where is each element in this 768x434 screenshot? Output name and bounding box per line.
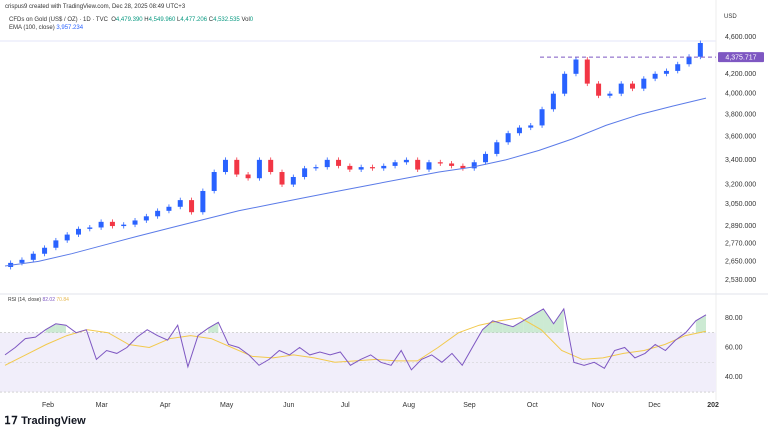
candle-body (675, 64, 681, 71)
price-axis-label: 3,800.000 (725, 112, 756, 119)
candle-body (87, 227, 93, 229)
candle-body (222, 159, 228, 173)
rsi-overbought-fill (512, 320, 524, 333)
candle-body (109, 221, 115, 227)
price-axis-label: 2,530.000 (725, 277, 756, 284)
price-axis-label: 4,200.000 (725, 71, 756, 78)
candle-body (155, 210, 161, 217)
candle-body (596, 83, 602, 96)
candle-body (42, 247, 48, 254)
candle-body (381, 165, 387, 169)
time-axis-label: Apr (160, 402, 172, 409)
candle-body (358, 167, 364, 170)
candle-body (121, 224, 127, 227)
time-axis-label: Oct (527, 402, 538, 409)
candle-body (290, 176, 296, 185)
candle-body (132, 220, 138, 225)
candle-body (64, 234, 70, 241)
candle-body (268, 159, 274, 173)
candle-body (403, 159, 409, 163)
candle-body (652, 73, 658, 79)
candle-body (562, 73, 568, 94)
candle-body (324, 159, 330, 168)
candle-body (313, 167, 319, 169)
candle-body (494, 142, 500, 154)
tradingview-logo: 𝟣𝟩 TradingView (4, 414, 86, 427)
candle-body (234, 159, 240, 175)
time-axis-label: Jun (283, 402, 294, 409)
price-axis-label: 3,400.000 (725, 157, 756, 164)
candle-body (279, 172, 285, 185)
candle-body (426, 162, 432, 170)
time-axis-label: May (220, 402, 234, 409)
candle-body (697, 43, 703, 57)
price-axis-label: 3,200.000 (725, 182, 756, 189)
candle-body (550, 93, 556, 110)
time-axis-label: Dec (648, 402, 661, 409)
rsi-axis-label: 80.00 (725, 315, 743, 322)
candle-body (302, 168, 308, 177)
rsi-overbought-fill (533, 308, 544, 333)
candle-body (415, 159, 421, 170)
price-tag-label: 4,375.717 (725, 55, 756, 62)
candle-body (528, 125, 534, 128)
price-axis-label: 4,000.000 (725, 91, 756, 98)
candle-body (607, 93, 613, 96)
candle-body (618, 83, 624, 94)
time-axis-label: Jul (341, 402, 350, 409)
price-axis-label: 3,600.000 (725, 134, 756, 141)
candle-body (245, 174, 251, 179)
candle-body (189, 200, 195, 213)
candle-body (30, 253, 36, 260)
candle-body (449, 163, 455, 166)
candle-body (336, 159, 342, 166)
candle-body (437, 162, 443, 164)
candle-body (392, 162, 398, 166)
candle-body (505, 133, 511, 143)
candle-body (369, 167, 375, 169)
ema-line (4, 97, 707, 267)
candle-body (143, 216, 149, 221)
time-axis-label: Aug (403, 402, 416, 409)
candle-body (347, 165, 353, 170)
candle-body (53, 240, 59, 248)
candle-body (166, 206, 172, 211)
candle-body (630, 83, 636, 89)
candle-body (98, 221, 104, 228)
time-axis-label: Nov (592, 402, 605, 409)
candle-body (573, 59, 579, 74)
candle-body (686, 56, 692, 65)
price-axis-label: 2,650.000 (725, 258, 756, 265)
candle-body (19, 259, 25, 263)
candle-body (516, 127, 522, 134)
rsi-axis-label: 40.00 (725, 374, 743, 381)
candle-body (539, 109, 545, 126)
candle-body (211, 172, 217, 191)
candle-body (584, 59, 590, 84)
time-axis-label: 202 (707, 402, 719, 409)
candle-body (256, 159, 262, 179)
candle-body (663, 70, 669, 74)
time-axis-label: Mar (96, 402, 109, 409)
candle-body (641, 78, 647, 89)
price-axis-label: 3,050.000 (725, 201, 756, 208)
brand-name: TradingView (21, 415, 86, 427)
candle-body (483, 153, 489, 163)
candle-body (75, 228, 81, 235)
time-axis-label: Feb (42, 402, 54, 409)
price-axis-label: 4,600.000 (725, 34, 756, 41)
price-axis-label: 2,770.000 (725, 240, 756, 247)
price-axis-label: 2,890.000 (725, 223, 756, 230)
time-axis-label: Sep (463, 402, 476, 409)
rsi-axis-label: 60.00 (725, 345, 743, 352)
candle-body (200, 190, 206, 213)
price-chart[interactable]: 4,600.000 4,200.000 4,000.000 3,800.000 3,60… (0, 0, 768, 434)
candle-body (177, 200, 183, 207)
logo-icon: 𝟣𝟩 (4, 415, 22, 427)
